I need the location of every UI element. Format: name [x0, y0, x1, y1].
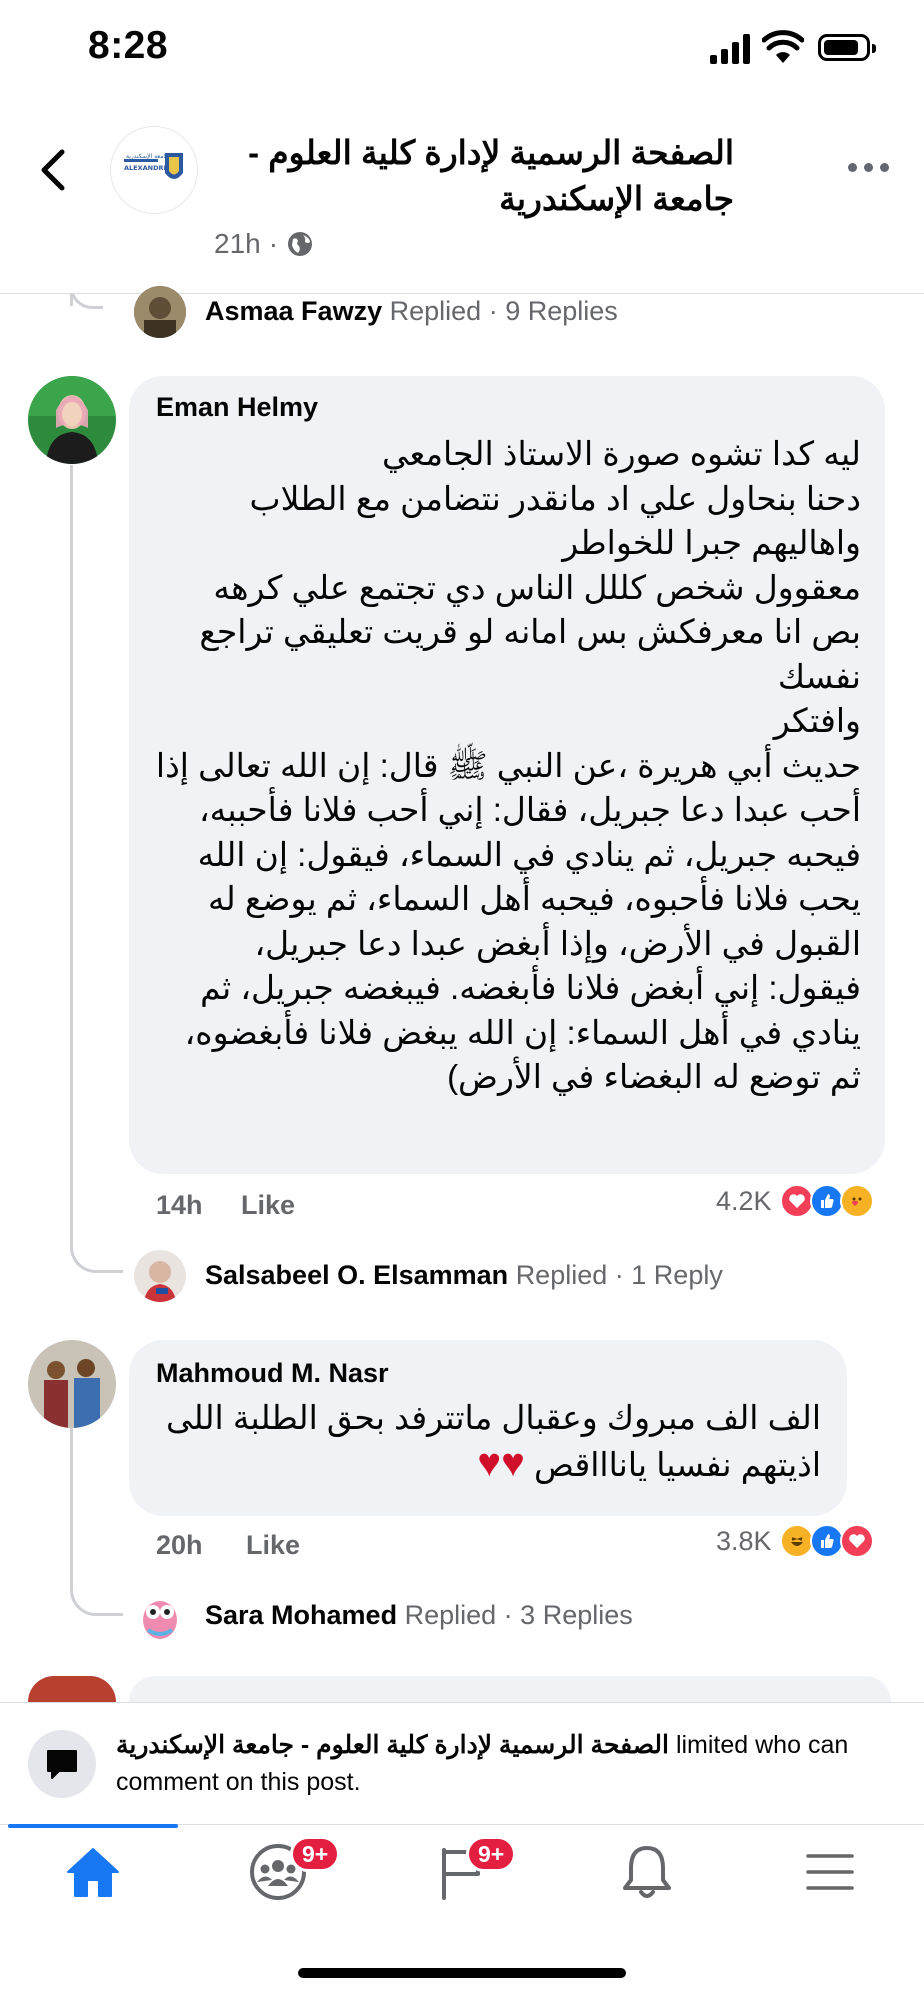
comment-line: ينادي في أهل السماء: إن الله يبغض فلانا … [184, 1013, 861, 1051]
like-button[interactable]: Like [241, 1190, 295, 1221]
comment-line: أحب عبدا دعا جبريل، فقال: إني أحب فلانا … [199, 791, 861, 828]
active-tab-indicator [8, 1824, 178, 1828]
post-meta: 21h · [214, 228, 314, 260]
avatar[interactable] [28, 1340, 116, 1428]
tab-notifications[interactable] [597, 1832, 697, 1912]
reply-count[interactable]: 1 Reply [631, 1260, 723, 1290]
like-reaction-icon [809, 1184, 844, 1218]
page-avatar[interactable]: جامعة الإسكندرية ALEXANDRIA [110, 126, 198, 214]
banner-message-line2: comment on this post. [116, 1768, 361, 1796]
meta-separator: · [268, 228, 279, 259]
avatar[interactable] [134, 1590, 186, 1642]
svg-text:ALEXANDRIA: ALEXANDRIA [124, 164, 171, 172]
globe-icon [288, 232, 313, 256]
reply-summary[interactable]: Asmaa Fawzy Replied · 9 Replies [205, 296, 618, 327]
comment-bubble[interactable] [129, 1676, 891, 1702]
comment-line: الف الف مبروك وعقبال ماتترفد بحق الطلبة … [166, 1399, 821, 1436]
comment-line: دحنا بنحاول علي اد مانقدر نتضامن مع الطل… [249, 479, 861, 517]
love-reaction-icon [779, 1184, 814, 1218]
reply-action: Replied [515, 1260, 608, 1290]
reply-action: Replied [404, 1600, 497, 1630]
comment-line: ثم توضع له البغضاء في الأرض) [447, 1058, 861, 1095]
banner-page-name[interactable]: الصفحة الرسمية لإدارة كلية العلوم - جامع… [116, 1731, 669, 1759]
limited-comment-message: الصفحة الرسمية لإدارة كلية العلوم - جامع… [116, 1727, 924, 1801]
avatar[interactable] [134, 286, 186, 338]
reply-action: Replied [389, 296, 482, 326]
comment-line: معقوول شخص كللل الناس دي تجتمع علي كرهه [213, 568, 861, 606]
university-logo-icon: جامعة الإسكندرية ALEXANDRIA [111, 127, 197, 213]
love-reaction-icon [839, 1524, 874, 1558]
comment-time: 20h [156, 1530, 203, 1560]
reply-separator: · [614, 1260, 624, 1290]
avatar[interactable] [134, 1250, 186, 1302]
reply-author[interactable]: Sara Mohamed [205, 1600, 397, 1630]
comment-time: 14h [156, 1190, 203, 1220]
tab-home[interactable] [43, 1832, 143, 1912]
status-time: 8:28 [88, 24, 169, 67]
comment-text: الف الف مبروك وعقبال ماتترفد بحق الطلبة … [156, 1396, 821, 1487]
comment-line: نفسك [777, 657, 861, 695]
reaction-count: 4.2K [716, 1185, 772, 1216]
thread-connector [70, 1423, 123, 1616]
battery-icon [818, 34, 876, 61]
reply-count[interactable]: 9 Replies [505, 296, 618, 326]
reply-count[interactable]: 3 Replies [520, 1600, 633, 1630]
avatar[interactable] [28, 376, 116, 464]
comment-line: القبول في الأرض، وإذا أبغض عبدا دعا جبري… [254, 924, 861, 962]
reply-author[interactable]: Salsabeel O. Elsamman [205, 1260, 508, 1290]
reply-summary[interactable]: Sara Mohamed Replied · 3 Replies [205, 1600, 633, 1631]
reaction-summary[interactable]: 4.2K [716, 1184, 874, 1218]
home-indicator [298, 1968, 626, 1978]
bell-icon [623, 1846, 671, 1898]
comment-line: واهاليهم جبرا للخواطر [562, 524, 861, 561]
comment-line: بص انا معرفكش بس امانه لو قريت تعليقي تر… [199, 613, 861, 650]
svg-text:جامعة الإسكندرية: جامعة الإسكندرية [126, 153, 169, 160]
reply-separator: · [503, 1600, 513, 1630]
header-divider [0, 293, 924, 294]
cellular-signal-icon [710, 34, 752, 64]
like-reaction-icon [809, 1524, 844, 1558]
comment-line: فيقول: إني أبغض فلانا فأبغضه. فيبغضه جبر… [200, 969, 861, 1006]
comment-line: حديث أبي هريرة ،عن النبي ﷺ قال: إن الله … [155, 746, 861, 784]
tab-menu[interactable] [780, 1832, 880, 1912]
like-button[interactable]: Like [246, 1530, 300, 1561]
comment-bubble-icon [28, 1730, 96, 1798]
reaction-count: 3.8K [716, 1525, 772, 1556]
page-title[interactable]: الصفحة الرسمية لإدارة كلية العلوم - جامع… [214, 130, 734, 222]
haha-reaction-icon [779, 1524, 814, 1558]
back-arrow-icon[interactable] [32, 142, 76, 198]
comment-line: ليه كدا تشوه صورة الاستاذ الجامعي [381, 435, 861, 472]
comment-line: وافتكر [773, 702, 861, 739]
feeds-badge: 9+ [466, 1836, 517, 1872]
care-reaction-icon [839, 1184, 874, 1218]
comment-author[interactable]: Eman Helmy [156, 392, 318, 423]
reply-separator: · [488, 296, 498, 326]
home-icon [67, 1848, 119, 1897]
groups-badge: 9+ [290, 1836, 341, 1872]
comment-text: ليه كدا تشوه صورة الاستاذ الجامعي دحنا ب… [156, 432, 861, 1100]
thread-connector [70, 465, 123, 1273]
hamburger-menu-icon [806, 1854, 854, 1890]
wifi-icon [762, 30, 804, 63]
reaction-summary[interactable]: 3.8K [716, 1524, 874, 1558]
comment-author[interactable]: Mahmoud M. Nasr [156, 1358, 389, 1389]
banner-divider [0, 1702, 924, 1703]
reply-author[interactable]: Asmaa Fawzy [205, 296, 382, 326]
banner-message: limited who can [669, 1731, 849, 1759]
comment-line: يحب فلانا فأحبوه، فيحبه أهل السماء، ثم ي… [207, 880, 861, 917]
more-options-button[interactable] [848, 152, 900, 182]
comment-line: اذيتهم نفسيا ياناااقص ♥♥ [477, 1440, 821, 1485]
post-time: 21h [214, 228, 261, 259]
reply-summary[interactable]: Salsabeel O. Elsamman Replied · 1 Reply [205, 1260, 723, 1291]
comment-line: فيحبه جبريل، ثم ينادي في السماء، فيقول: … [197, 835, 861, 873]
avatar[interactable] [28, 1676, 116, 1702]
